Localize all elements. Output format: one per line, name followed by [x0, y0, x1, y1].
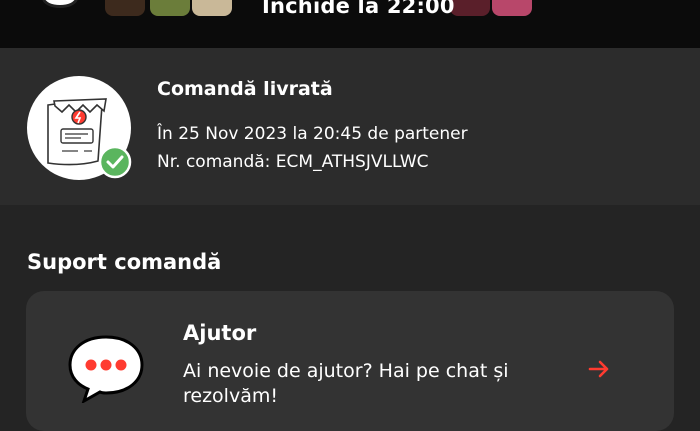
banner-image — [450, 0, 490, 16]
store-logo — [42, 0, 78, 8]
checkmark-icon — [98, 145, 132, 179]
arrow-right-icon[interactable] — [588, 359, 610, 379]
banner-image — [192, 0, 232, 16]
banner-image — [105, 0, 145, 16]
help-title: Ajutor — [183, 321, 257, 345]
delivery-info: În 25 Nov 2023 la 20:45 de partener — [157, 124, 468, 144]
banner-image — [150, 0, 190, 16]
help-card[interactable]: Ajutor Ai nevoie de ajutor? Hai pe chat … — [26, 291, 674, 431]
order-status-title: Comandă livrată — [157, 78, 333, 100]
banner-image — [492, 0, 532, 16]
help-description: Ai nevoie de ajutor? Hai pe chat și rezo… — [183, 360, 509, 407]
order-number: Nr. comandă: ECM_ATHSJVLLWC — [157, 152, 429, 172]
chat-bubble-icon — [68, 335, 144, 403]
store-banner: Închide la 22:00 — [0, 0, 700, 48]
closing-time: Închide la 22:00 — [262, 0, 455, 18]
support-section-title: Suport comandă — [27, 250, 222, 274]
